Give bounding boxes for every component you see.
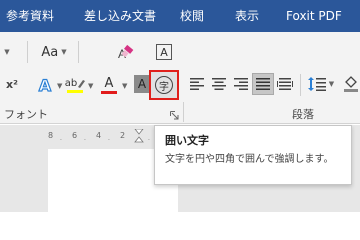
ribbon-tab-bar: 参考資料 差し込み文書 校閲 表示 Foxit PDF (0, 0, 360, 32)
tab-view[interactable]: 表示 (235, 8, 259, 24)
tab-references[interactable]: 参考資料 (6, 8, 54, 24)
tab-mailings[interactable]: 差し込み文書 (84, 8, 156, 24)
eraser-icon: A (118, 44, 134, 61)
divider (27, 41, 28, 63)
align-right-icon (234, 78, 248, 90)
shading-button[interactable] (342, 75, 360, 93)
tab-review[interactable]: 校閲 (180, 8, 204, 24)
divider (300, 74, 301, 96)
highlight-label: ab (64, 77, 78, 89)
paint-bucket-icon (344, 76, 358, 92)
enclosed-character-icon: 字 (155, 76, 173, 94)
dialog-launcher-icon (169, 110, 178, 119)
ruler-tick: · (108, 137, 110, 144)
ruler-number: 2 (120, 131, 126, 140)
clear-formatting-button[interactable]: A (116, 42, 136, 62)
justify-button[interactable] (252, 73, 274, 95)
ruler-tick: · (148, 137, 150, 144)
align-right-button[interactable] (232, 75, 250, 93)
ruler-tick: · (60, 137, 62, 144)
align-left-icon (190, 78, 204, 90)
ruler-tick: · (84, 137, 86, 144)
chevron-down-icon[interactable]: ▼ (88, 82, 93, 90)
chevron-down-icon: ▼ (328, 80, 335, 88)
tooltip-body: 文字を円や四角で囲んで強調します。 (165, 154, 334, 165)
highlight-button[interactable]: ab (64, 74, 86, 96)
align-center-icon (212, 78, 226, 90)
character-border-button[interactable]: A (154, 42, 174, 62)
text-effects-button[interactable]: A (34, 74, 56, 96)
distributed-icon (277, 78, 293, 90)
distributed-button[interactable] (276, 75, 294, 93)
enclose-characters-label: 字 (159, 81, 169, 93)
align-center-button[interactable] (210, 75, 228, 93)
chevron-down-icon[interactable]: ▼ (57, 82, 62, 90)
marker-icon (78, 80, 86, 88)
character-shading-label: A (137, 77, 147, 91)
indent-marker-icon (134, 128, 144, 143)
font-group-label: フォント (4, 108, 48, 121)
ruler-number: 8 (48, 131, 54, 140)
tooltip-title: 囲い文字 (165, 134, 209, 147)
enclose-characters-button[interactable]: 字 (149, 70, 179, 100)
superscript-button[interactable]: x² (2, 74, 22, 94)
justify-icon (256, 78, 270, 90)
align-left-button[interactable] (188, 75, 206, 93)
change-case-label: Aa (41, 44, 59, 60)
chevron-down-icon[interactable]: ▼ (122, 82, 127, 90)
ribbon: ▼ Aa ▼ A A x² A ▼ ab ▼ A ▼ A (0, 32, 360, 124)
font-color-button[interactable]: A (98, 74, 120, 96)
highlight-color-bar (67, 89, 83, 93)
tab-foxit-pdf[interactable]: Foxit PDF (286, 8, 342, 24)
chevron-down-icon: ▼ (4, 48, 10, 56)
chevron-down-icon: ▼ (61, 48, 67, 56)
group-divider (183, 102, 184, 122)
character-border-label: A (160, 45, 168, 59)
ruler-number: 4 (96, 131, 102, 140)
line-spacing-button[interactable]: ▼ (306, 75, 336, 93)
tooltip: 囲い文字 文字を円や四角で囲んで強調します。 (154, 125, 352, 185)
character-shading-button[interactable]: A (134, 75, 150, 93)
font-color-label: A (104, 75, 114, 91)
text-effects-label: A (38, 75, 52, 95)
dropdown-fragment[interactable]: ▼ (0, 42, 14, 62)
font-dialog-launcher[interactable] (168, 109, 180, 121)
ruler-number: 6 (72, 131, 78, 140)
line-spacing-icon (307, 77, 326, 91)
font-color-bar (101, 90, 117, 94)
divider (78, 41, 79, 63)
change-case-button[interactable]: Aa ▼ (38, 42, 70, 62)
paragraph-group-label: 段落 (292, 108, 314, 121)
indent-marker[interactable] (134, 128, 144, 149)
